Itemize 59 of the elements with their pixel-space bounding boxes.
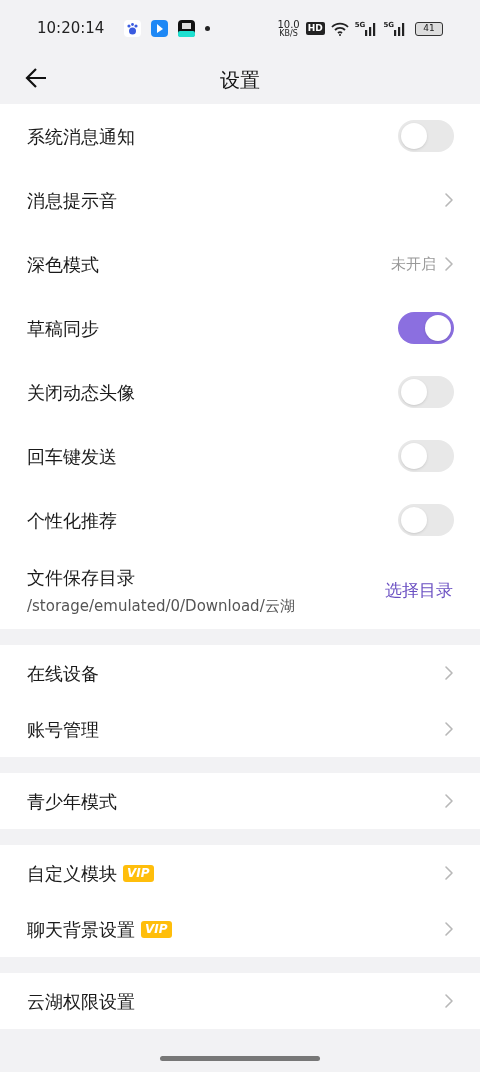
toggle-switch[interactable] — [398, 312, 454, 344]
toggle-switch[interactable] — [398, 120, 454, 152]
wifi-icon — [330, 21, 349, 36]
setting-label: 消息提示音 — [27, 188, 117, 213]
settings-row[interactable]: 关闭动态头像 — [0, 360, 480, 424]
home-indicator[interactable] — [160, 1056, 320, 1061]
toggle-switch[interactable] — [398, 440, 454, 472]
chevron-right-icon — [444, 865, 454, 881]
chevron-right-icon — [444, 256, 454, 272]
setting-label: 自定义模块 — [27, 861, 117, 886]
setting-label: 草稿同步 — [27, 316, 99, 341]
setting-value: 未开启 — [391, 253, 436, 275]
setting-label: 文件保存目录 — [27, 565, 135, 590]
setting-label: 系统消息通知 — [27, 124, 135, 149]
setting-label: 聊天背景设置 — [27, 917, 135, 942]
setting-label: 在线设备 — [27, 661, 99, 686]
choose-folder-link[interactable]: 选择目录 — [385, 577, 453, 604]
settings-row[interactable]: 自定义模块 VIP — [0, 845, 480, 901]
page-title: 设置 — [220, 66, 260, 94]
setting-label: 个性化推荐 — [27, 508, 117, 533]
vip-badge: VIP — [123, 864, 154, 882]
settings-row[interactable]: 聊天背景设置 VIP — [0, 901, 480, 957]
setting-label: 账号管理 — [27, 717, 99, 742]
hd-badge: HD — [305, 22, 325, 35]
settings-row[interactable]: 深色模式 未开启 — [0, 232, 480, 296]
setting-label: 关闭动态头像 — [27, 380, 135, 405]
vip-badge: VIP — [141, 920, 172, 938]
settings-row[interactable]: 回车键发送 — [0, 424, 480, 488]
folder-path: /storage/emulated/0/Download/云湖 — [27, 595, 295, 617]
toggle-switch[interactable] — [398, 376, 454, 408]
settings-row[interactable]: 系统消息通知 — [0, 104, 480, 168]
setting-label: 深色模式 — [27, 252, 99, 277]
net-speed: 10.0 — [277, 19, 300, 30]
play-app-icon — [151, 20, 169, 37]
screen-app-icon — [178, 20, 196, 37]
settings-row[interactable]: 云湖权限设置 — [0, 973, 480, 1029]
settings-row[interactable]: 消息提示音 — [0, 168, 480, 232]
paw-app-icon — [124, 20, 142, 37]
setting-label: 青少年模式 — [27, 789, 117, 814]
chevron-right-icon — [444, 192, 454, 208]
chevron-right-icon — [444, 993, 454, 1009]
settings-row[interactable]: 草稿同步 — [0, 296, 480, 360]
battery-indicator: 41 — [415, 21, 443, 36]
settings-row[interactable]: 青少年模式 — [0, 773, 480, 829]
setting-label: 回车键发送 — [27, 444, 117, 469]
chevron-right-icon — [444, 721, 454, 737]
chevron-right-icon — [444, 793, 454, 809]
status-time: 10:20:14 — [37, 18, 105, 40]
setting-label: 云湖权限设置 — [27, 989, 135, 1014]
signal-icon — [394, 21, 406, 36]
settings-row[interactable]: 账号管理 — [0, 701, 480, 757]
chevron-right-icon — [444, 665, 454, 681]
chevron-right-icon — [444, 921, 454, 937]
net-speed-unit: KB/S — [279, 29, 298, 38]
settings-row[interactable]: 在线设备 — [0, 645, 480, 701]
settings-row[interactable]: 个性化推荐 — [0, 488, 480, 552]
signal-icon — [365, 21, 378, 36]
dot-icon — [205, 26, 211, 31]
toggle-switch[interactable] — [398, 504, 454, 536]
